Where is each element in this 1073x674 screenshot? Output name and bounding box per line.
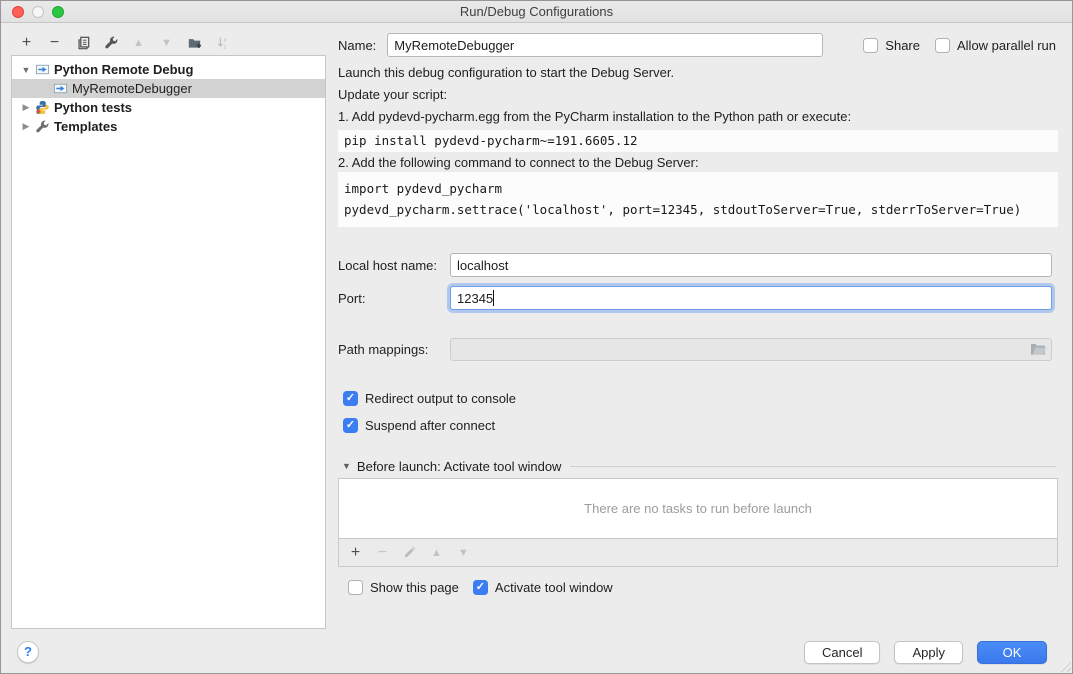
tree-item-label: Python Remote Debug xyxy=(54,62,193,77)
configurations-tree: ▼ Python Remote Debug MyRemoteDebugger ▶… xyxy=(11,55,326,629)
tree-item-python-remote-debug[interactable]: ▼ Python Remote Debug xyxy=(12,60,325,79)
share-label: Share xyxy=(885,38,920,53)
expand-arrow-icon[interactable]: ▼ xyxy=(20,65,32,75)
zoom-button[interactable] xyxy=(52,6,64,18)
show-this-page-checkbox[interactable] xyxy=(348,580,363,595)
redirect-output-checkbox[interactable] xyxy=(343,391,358,406)
tree-item-label: Templates xyxy=(54,119,117,134)
share-checkbox-group[interactable]: Share xyxy=(863,38,920,53)
pip-install-code: pip install pydevd-pycharm~=191.6605.12 xyxy=(338,130,1058,152)
local-host-input[interactable] xyxy=(450,253,1052,277)
path-mappings-input[interactable] xyxy=(450,338,1052,361)
text-caret xyxy=(493,290,494,306)
tree-item-templates[interactable]: ▶ Templates xyxy=(12,117,325,136)
intro-line-1: Launch this debug configuration to start… xyxy=(338,65,674,83)
help-button[interactable]: ? xyxy=(17,641,39,663)
suspend-after-connect-label: Suspend after connect xyxy=(365,418,495,433)
redirect-output-label: Redirect output to console xyxy=(365,391,516,406)
browse-folder-icon[interactable] xyxy=(1030,342,1046,356)
settrace-code: import pydevd_pycharm pydevd_pycharm.set… xyxy=(338,172,1058,227)
move-task-down-icon: ▼ xyxy=(456,545,471,561)
add-task-icon[interactable]: + xyxy=(348,545,363,561)
allow-parallel-run-checkbox[interactable] xyxy=(935,38,950,53)
python-tests-icon xyxy=(34,100,50,116)
sort-alphabetically-icon: az xyxy=(215,35,230,51)
svg-text:a: a xyxy=(223,38,226,44)
cancel-button[interactable]: Cancel xyxy=(804,641,880,664)
minimize-button[interactable] xyxy=(32,6,44,18)
local-host-label: Local host name: xyxy=(338,258,450,273)
local-host-row: Local host name: xyxy=(338,253,1052,277)
activate-tool-window-label: Activate tool window xyxy=(495,580,613,595)
settrace-code-line-2: pydevd_pycharm.settrace('localhost', por… xyxy=(344,199,1052,220)
edit-task-icon xyxy=(402,545,417,561)
collapse-arrow-icon[interactable]: ▶ xyxy=(20,102,32,113)
move-task-up-icon: ▲ xyxy=(429,545,444,561)
dialog-buttons: Cancel Apply OK xyxy=(804,641,1047,664)
port-row: Port: xyxy=(338,285,1052,311)
run-debug-configurations-dialog: Run/Debug Configurations + − ▲ ▼ az ▼ Py… xyxy=(0,0,1073,674)
show-this-page-label: Show this page xyxy=(370,580,459,595)
suspend-after-connect-checkbox-group[interactable]: Suspend after connect xyxy=(343,417,495,433)
collapse-triangle-icon[interactable]: ▼ xyxy=(342,461,351,471)
step-2-text: 2. Add the following command to connect … xyxy=(338,155,699,173)
path-mappings-label: Path mappings: xyxy=(338,342,450,357)
activate-tool-window-checkbox[interactable] xyxy=(473,580,488,595)
port-label: Port: xyxy=(338,291,450,306)
move-down-icon: ▼ xyxy=(159,35,174,51)
path-mappings-row: Path mappings: xyxy=(338,337,1052,361)
allow-parallel-run-label: Allow parallel run xyxy=(957,38,1056,53)
empty-tasks-text: There are no tasks to run before launch xyxy=(584,501,812,516)
tree-item-label: Python tests xyxy=(54,100,132,115)
port-input-wrapper xyxy=(450,286,1052,310)
show-this-page-checkbox-group[interactable]: Show this page xyxy=(348,580,459,595)
name-input[interactable] xyxy=(387,33,823,57)
remove-configuration-icon[interactable]: − xyxy=(47,35,62,51)
task-toolbar: + − ▲ ▼ xyxy=(338,539,1058,567)
name-label: Name: xyxy=(338,38,376,53)
settrace-code-line-1: import pydevd_pycharm xyxy=(344,178,1052,199)
svg-text:z: z xyxy=(223,44,226,50)
wrench-icon xyxy=(34,119,50,135)
tree-item-myremotedebugger[interactable]: MyRemoteDebugger xyxy=(12,79,325,98)
tree-item-label: MyRemoteDebugger xyxy=(72,81,192,96)
page-options-row: Show this page Activate tool window xyxy=(348,579,613,595)
suspend-after-connect-checkbox[interactable] xyxy=(343,418,358,433)
window-controls xyxy=(12,6,64,18)
resize-grip[interactable] xyxy=(1058,659,1071,672)
tree-item-python-tests[interactable]: ▶ Python tests xyxy=(12,98,325,117)
before-launch-title: Before launch: Activate tool window xyxy=(357,459,562,474)
intro-line-2: Update your script: xyxy=(338,87,447,105)
step-1-text: 1. Add pydevd-pycharm.egg from the PyCha… xyxy=(338,109,851,127)
run-config-icon xyxy=(52,81,68,97)
redirect-output-checkbox-group[interactable]: Redirect output to console xyxy=(343,390,516,406)
copy-configuration-icon[interactable] xyxy=(75,35,90,51)
run-config-icon xyxy=(34,62,50,78)
title-bar: Run/Debug Configurations xyxy=(1,1,1072,23)
apply-button[interactable]: Apply xyxy=(894,641,963,664)
close-button[interactable] xyxy=(12,6,24,18)
edit-configuration-icon[interactable] xyxy=(103,35,118,51)
port-input[interactable] xyxy=(450,286,1052,310)
remove-task-icon: − xyxy=(375,545,390,561)
before-launch-header[interactable]: ▼ Before launch: Activate tool window xyxy=(342,458,1056,474)
new-folder-icon[interactable] xyxy=(187,35,202,51)
configurations-toolbar: + − ▲ ▼ az xyxy=(19,32,230,54)
section-divider xyxy=(570,466,1056,467)
ok-button[interactable]: OK xyxy=(977,641,1047,664)
name-row: Name: Share Allow parallel run xyxy=(338,33,1056,57)
before-launch-task-list[interactable]: There are no tasks to run before launch xyxy=(338,478,1058,539)
allow-parallel-run-checkbox-group[interactable]: Allow parallel run xyxy=(935,38,1056,53)
add-configuration-icon[interactable]: + xyxy=(19,35,34,51)
move-up-icon: ▲ xyxy=(131,35,146,51)
collapse-arrow-icon[interactable]: ▶ xyxy=(20,121,32,132)
activate-tool-window-checkbox-group[interactable]: Activate tool window xyxy=(473,580,613,595)
share-checkbox[interactable] xyxy=(863,38,878,53)
window-title: Run/Debug Configurations xyxy=(1,1,1072,22)
